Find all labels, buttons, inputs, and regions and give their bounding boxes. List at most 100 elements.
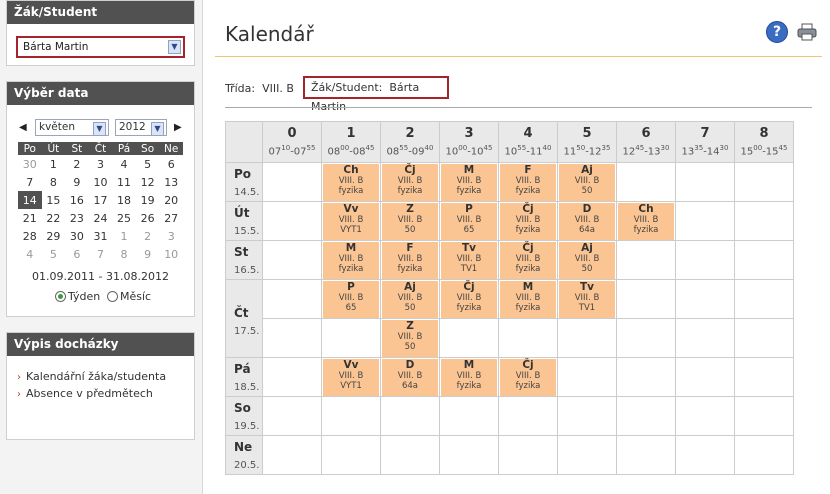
calendar-day[interactable]: 3 <box>159 227 183 245</box>
calendar-day[interactable]: 31 <box>89 227 113 245</box>
timetable-cell <box>616 357 676 397</box>
lesson-block[interactable]: P VIII. B 65 <box>441 203 497 240</box>
calendar-day[interactable]: 1 <box>42 155 66 173</box>
lesson-block[interactable]: Čj VIII. Bfyzika <box>382 164 438 201</box>
calendar-day[interactable]: 1 <box>112 227 136 245</box>
calendar-day[interactable]: 13 <box>159 173 183 191</box>
lesson-block[interactable]: Ch VIII. Bfyzika <box>323 164 379 201</box>
lesson-block[interactable]: Vv VIII. B VYT1 <box>323 203 379 240</box>
school-year-period: 01.09.2011 - 31.08.2012 <box>32 270 169 283</box>
lesson-block[interactable]: Čj VIII. Bfyzika <box>500 359 556 396</box>
day-name: St <box>234 245 249 259</box>
lesson-block[interactable]: Čj VIII. Bfyzika <box>500 242 556 279</box>
calendar-day[interactable]: 2 <box>65 155 89 173</box>
lesson-block[interactable]: Ch VIII. Bfyzika <box>618 203 674 240</box>
timetable-cell <box>734 201 794 241</box>
calendar-day[interactable]: 4 <box>112 155 136 173</box>
lesson-class: VIII. B <box>397 332 423 342</box>
lesson-block[interactable]: F VIII. Bfyzika <box>500 164 556 201</box>
link-student-calendar[interactable]: › Kalendářní žáka/studenta <box>17 370 166 383</box>
prev-month-icon[interactable]: ◀ <box>19 122 27 133</box>
print-icon[interactable] <box>797 23 817 41</box>
calendar-day[interactable]: 26 <box>136 209 160 227</box>
timetable-cell <box>616 435 676 475</box>
class-info: Třída: VIII. B <box>225 82 294 95</box>
view-week-radio[interactable]: Týden <box>55 290 100 303</box>
student-select[interactable]: Bárta Martin ▼ <box>16 36 185 58</box>
lesson-block[interactable]: Čj VIII. Bfyzika <box>441 281 497 318</box>
lesson-block[interactable]: M VIII. Bfyzika <box>500 281 556 318</box>
lesson-block[interactable]: D VIII. B 64a <box>382 359 438 396</box>
calendar-day[interactable]: 7 <box>18 173 42 191</box>
calendar-day[interactable]: 30 <box>18 155 42 173</box>
lesson-block[interactable]: Vv VIII. B VYT1 <box>323 359 379 396</box>
calendar-day[interactable]: 7 <box>89 245 113 263</box>
lesson-room: fyzika <box>515 225 541 235</box>
timetable-cell <box>616 279 676 319</box>
lesson-block[interactable]: Tv VIII. B TV1 <box>559 281 615 318</box>
period-header: 0 0710-0755 <box>262 121 322 163</box>
chevron-down-icon[interactable]: ▼ <box>168 40 181 54</box>
lesson-room: 50 <box>404 303 416 313</box>
calendar-day[interactable]: 23 <box>65 209 89 227</box>
calendar-day[interactable]: 14 <box>18 191 42 209</box>
chevron-down-icon[interactable]: ▼ <box>151 122 164 136</box>
calendar-day[interactable]: 18 <box>112 191 136 209</box>
lesson-block[interactable]: F VIII. Bfyzika <box>382 242 438 279</box>
radio-checked-icon[interactable] <box>55 291 66 302</box>
lesson-subject: Tv <box>461 242 476 254</box>
lesson-block[interactable]: Aj VIII. B 50 <box>382 281 438 318</box>
lesson-block[interactable]: Z VIII. B 50 <box>382 320 438 357</box>
calendar-day[interactable]: 25 <box>112 209 136 227</box>
calendar-day[interactable]: 2 <box>136 227 160 245</box>
calendar-day[interactable]: 10 <box>89 173 113 191</box>
lesson-block[interactable]: M VIII. Bfyzika <box>441 359 497 396</box>
lesson-block[interactable]: D VIII. B 64a <box>559 203 615 240</box>
calendar-day[interactable]: 15 <box>42 191 66 209</box>
calendar-day[interactable]: 11 <box>112 173 136 191</box>
calendar-day[interactable]: 20 <box>159 191 183 209</box>
chevron-down-icon[interactable]: ▼ <box>93 122 106 136</box>
lesson-subject: Vv <box>343 203 359 215</box>
lesson-block[interactable]: Aj VIII. B 50 <box>559 164 615 201</box>
calendar-day[interactable]: 28 <box>18 227 42 245</box>
calendar-day[interactable]: 8 <box>112 245 136 263</box>
view-month-radio[interactable]: Měsíc <box>107 290 151 303</box>
calendar-day[interactable]: 29 <box>42 227 66 245</box>
calendar-day[interactable]: 17 <box>89 191 113 209</box>
calendar-day[interactable]: 9 <box>65 173 89 191</box>
link-subject-absence-label: Absence v předmětech <box>26 387 153 400</box>
calendar-day[interactable]: 3 <box>89 155 113 173</box>
lesson-block[interactable]: Z VIII. B 50 <box>382 203 438 240</box>
calendar-day[interactable]: 30 <box>65 227 89 245</box>
calendar-day[interactable]: 8 <box>42 173 66 191</box>
calendar-day[interactable]: 16 <box>65 191 89 209</box>
year-select[interactable]: 2012 ▼ <box>115 119 167 136</box>
calendar-day[interactable]: 27 <box>159 209 183 227</box>
calendar-day[interactable]: 12 <box>136 173 160 191</box>
lesson-block[interactable]: P VIII. B 65 <box>323 281 379 318</box>
lesson-block[interactable]: Čj VIII. Bfyzika <box>500 203 556 240</box>
timetable-cell <box>498 318 558 358</box>
page-title: Kalendář <box>225 22 314 46</box>
calendar-day[interactable]: 5 <box>136 155 160 173</box>
calendar-day[interactable]: 6 <box>65 245 89 263</box>
link-subject-absence[interactable]: › Absence v předmětech <box>17 387 153 400</box>
help-icon[interactable]: ? <box>766 21 788 43</box>
calendar-day[interactable]: 24 <box>89 209 113 227</box>
calendar-day[interactable]: 22 <box>42 209 66 227</box>
calendar-day[interactable]: 4 <box>18 245 42 263</box>
calendar-day[interactable]: 5 <box>42 245 66 263</box>
radio-unchecked-icon[interactable] <box>107 291 118 302</box>
calendar-day[interactable]: 9 <box>136 245 160 263</box>
calendar-day[interactable]: 10 <box>159 245 183 263</box>
calendar-day[interactable]: 19 <box>136 191 160 209</box>
calendar-day[interactable]: 21 <box>18 209 42 227</box>
month-select[interactable]: květen ▼ <box>35 119 109 136</box>
lesson-block[interactable]: M VIII. Bfyzika <box>441 164 497 201</box>
next-month-icon[interactable]: ▶ <box>174 122 182 133</box>
lesson-block[interactable]: Aj VIII. B 50 <box>559 242 615 279</box>
lesson-block[interactable]: Tv VIII. B TV1 <box>441 242 497 279</box>
lesson-block[interactable]: M VIII. Bfyzika <box>323 242 379 279</box>
calendar-day[interactable]: 6 <box>159 155 183 173</box>
